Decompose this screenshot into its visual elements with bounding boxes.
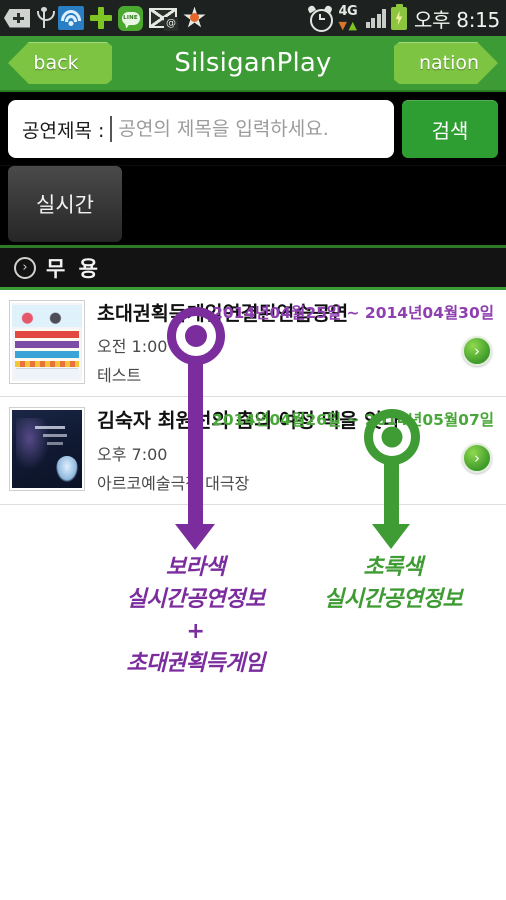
- data-down-arrow-icon: ▼: [338, 19, 347, 32]
- performance-list: 초대권획득게임연결된연습공연 오전 1:00 테스트 2014년04월25일 ~…: [0, 290, 506, 505]
- green-annotation-text: 초록색 실시간공연정보: [303, 552, 483, 616]
- list-item-place: 아르코예술극장 대극장: [97, 473, 250, 493]
- list-item-time: 오전 1:00: [97, 337, 168, 357]
- battery-charging-icon: [391, 3, 408, 30]
- list-item-place: 테스트: [97, 366, 142, 386]
- data-up-arrow-icon: ▲: [348, 19, 357, 32]
- search-label: 공연제목 :: [22, 119, 105, 142]
- signal-bars-icon: [365, 8, 387, 28]
- search-field-container[interactable]: 공연제목 :: [8, 100, 394, 158]
- list-item-go-button[interactable]: ›: [462, 336, 492, 366]
- search-input[interactable]: [118, 118, 380, 140]
- purple-annotation-text: 보라색 실시간공연정보 + 초대권획득게임: [88, 552, 303, 680]
- app-header: back SilsiganPlay nation: [0, 36, 506, 92]
- dance-poster-thumbnail: [9, 407, 85, 492]
- usb-icon: [36, 7, 55, 29]
- mail-icon: @: [149, 8, 178, 31]
- text-cursor: [110, 116, 113, 142]
- search-bar: 공연제목 : 검색: [0, 92, 506, 166]
- purple-annotation-line-3: +: [186, 618, 205, 644]
- line-app-icon: LINE: [118, 5, 143, 31]
- purple-annotation-line-4: 초대권획득게임: [126, 650, 265, 676]
- status-bar: LINE @ 4G ▼ ▲ 오후 8:15: [0, 0, 506, 36]
- network-type-label: 4G: [338, 4, 358, 19]
- status-bar-right-icons: 4G ▼ ▲ 오후 8:15: [306, 3, 500, 33]
- plus-icon: [90, 7, 112, 29]
- list-item-date-range: 2014년04월25일 ~ 2014년04월30일: [212, 304, 494, 322]
- chevron-right-icon: ›: [14, 256, 36, 279]
- purple-annotation-line-2: 실시간공연정보: [126, 586, 265, 612]
- section-header-dance[interactable]: › 무 용: [0, 248, 506, 290]
- green-annotation-line-1: 초록색: [363, 555, 423, 580]
- alarm-icon: [306, 4, 333, 32]
- back-arrow-icon: [4, 8, 30, 28]
- section-title: 무 용: [46, 256, 101, 281]
- green-annotation-line-2: 실시간공연정보: [323, 586, 463, 612]
- wifi-icon: [58, 6, 84, 30]
- purple-annotation-line-1: 보라색: [165, 555, 226, 580]
- purple-annotation-arrowhead: [175, 524, 215, 550]
- back-button[interactable]: back: [8, 42, 112, 84]
- status-bar-left-icons: LINE @: [4, 5, 308, 31]
- green-annotation-arrowhead: [372, 524, 410, 549]
- 4g-data-icon: 4G ▼ ▲: [337, 4, 361, 32]
- game-poster-thumbnail: [9, 300, 85, 384]
- list-item-date-range: 2014년04월26일 ~ 2014년05월07일: [212, 411, 494, 430]
- list-item[interactable]: 초대권획득게임연결된연습공연 오전 1:00 테스트 2014년04월25일 ~…: [0, 290, 506, 398]
- star-icon: [183, 7, 206, 30]
- list-item[interactable]: 김숙자 최원선의 춤의 여정 맥을 잇다 오후 7:00 아르코예술극장 대극장…: [0, 397, 506, 505]
- list-item-time: 오후 7:00: [97, 444, 168, 464]
- nation-button[interactable]: nation: [394, 42, 498, 84]
- status-bar-clock: 오후 8:15: [414, 7, 500, 32]
- tab-realtime[interactable]: 실시간: [8, 166, 122, 242]
- tab-bar: 실시간: [0, 166, 506, 248]
- search-button[interactable]: 검색: [402, 100, 498, 158]
